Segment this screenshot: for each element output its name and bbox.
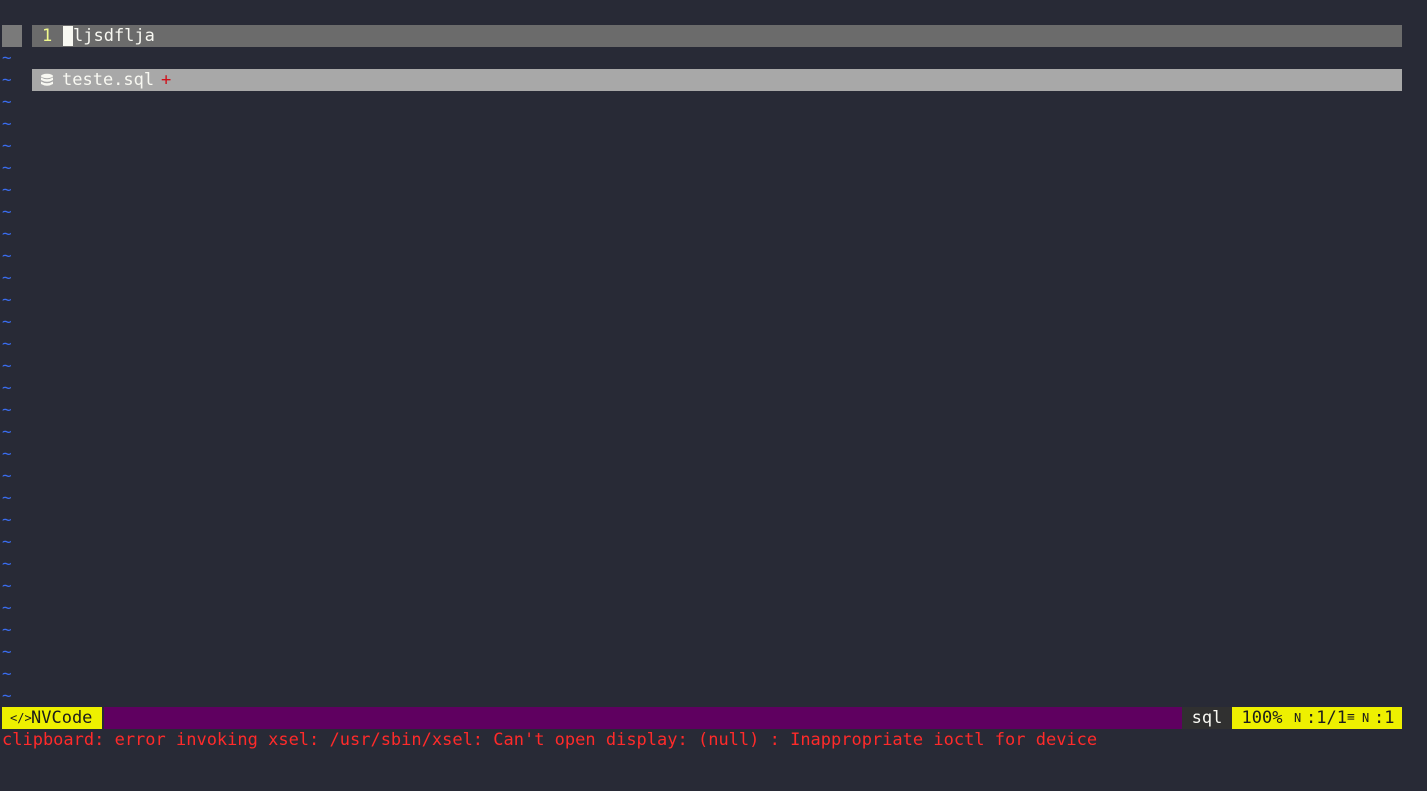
sign-column	[2, 25, 22, 47]
modified-marker: +	[161, 70, 172, 90]
tabline: 1 teste.sql +	[0, 3, 1402, 91]
empty-line-marker: ~	[2, 620, 12, 639]
empty-line-marker: ~	[2, 532, 12, 551]
empty-line-marker: ~	[2, 290, 12, 309]
empty-line-marker: ~	[2, 400, 12, 419]
scroll-percent: 100%	[1232, 707, 1292, 729]
empty-line-marker: ~	[2, 268, 12, 287]
line-number: 1	[42, 26, 53, 46]
empty-line-marker: ~	[2, 554, 12, 573]
empty-line-marker: ~	[2, 466, 12, 485]
empty-line-marker: ~	[2, 202, 12, 221]
empty-line-marker: ~	[2, 224, 12, 243]
cursor-position: N :1/1 ≡ N :1	[1292, 707, 1402, 729]
empty-line-marker: ~	[2, 114, 12, 133]
empty-line-marker: ~	[2, 70, 12, 89]
empty-line-markers: ~ ~ ~ ~ ~ ~ ~ ~ ~ ~ ~ ~ ~ ~ ~ ~ ~ ~ ~ ~ ~ ~ ~ ~ ~ ~ ~ ~ ~ ~	[2, 47, 12, 707]
nvim-window: 1 teste.sql + 1 ljsdflja ~~~~~~~~~~~~~~~…	[0, 0, 1427, 791]
empty-line-marker: ~	[2, 334, 12, 353]
column-indicator-icon: N	[1362, 711, 1370, 725]
line-text[interactable]: ljsdflja	[73, 25, 155, 47]
empty-line-marker: ~	[2, 576, 12, 595]
empty-line-marker: ~	[2, 136, 12, 155]
text-cursor	[63, 26, 73, 46]
empty-line-marker: ~	[2, 488, 12, 507]
empty-line-marker: ~	[2, 378, 12, 397]
empty-line-marker: ~	[2, 180, 12, 199]
lines-icon: ≡	[1347, 710, 1355, 725]
editor-line[interactable]: 1 ljsdflja	[0, 25, 1402, 47]
cursorline	[32, 25, 1402, 47]
empty-line-marker: ~	[2, 664, 12, 683]
empty-line-marker: ~	[2, 642, 12, 661]
line-indicator-icon: N	[1294, 711, 1302, 725]
tab-teste-sql[interactable]: teste.sql +	[32, 69, 1402, 91]
line-position: :1/1	[1306, 708, 1347, 728]
tab-title: teste.sql	[62, 70, 155, 90]
mode-label: NVCode	[31, 708, 93, 728]
empty-line-marker: ~	[2, 444, 12, 463]
column-position: :1	[1374, 708, 1395, 728]
mode-indicator: </> NVCode	[2, 707, 102, 729]
empty-line-marker: ~	[2, 246, 12, 265]
empty-line-marker: ~	[2, 312, 12, 331]
empty-line-marker: ~	[2, 510, 12, 529]
database-icon	[41, 73, 53, 86]
code-icon: </>	[10, 711, 32, 725]
statusline: </> NVCode sql 100% N :1/1 ≡ N :1	[0, 707, 1402, 729]
empty-line-marker: ~	[2, 356, 12, 375]
error-message: clipboard: error invoking xsel: /usr/sbi…	[2, 730, 1098, 750]
empty-line-marker: ~	[2, 158, 12, 177]
empty-line-marker: ~	[2, 422, 12, 441]
empty-line-marker: ~	[2, 92, 12, 111]
filetype: sql	[1182, 707, 1232, 729]
empty-line-marker: ~	[2, 598, 12, 617]
empty-line-marker: ~	[2, 48, 12, 67]
statusline-fill	[104, 707, 1182, 729]
empty-line-marker: ~	[2, 686, 12, 705]
